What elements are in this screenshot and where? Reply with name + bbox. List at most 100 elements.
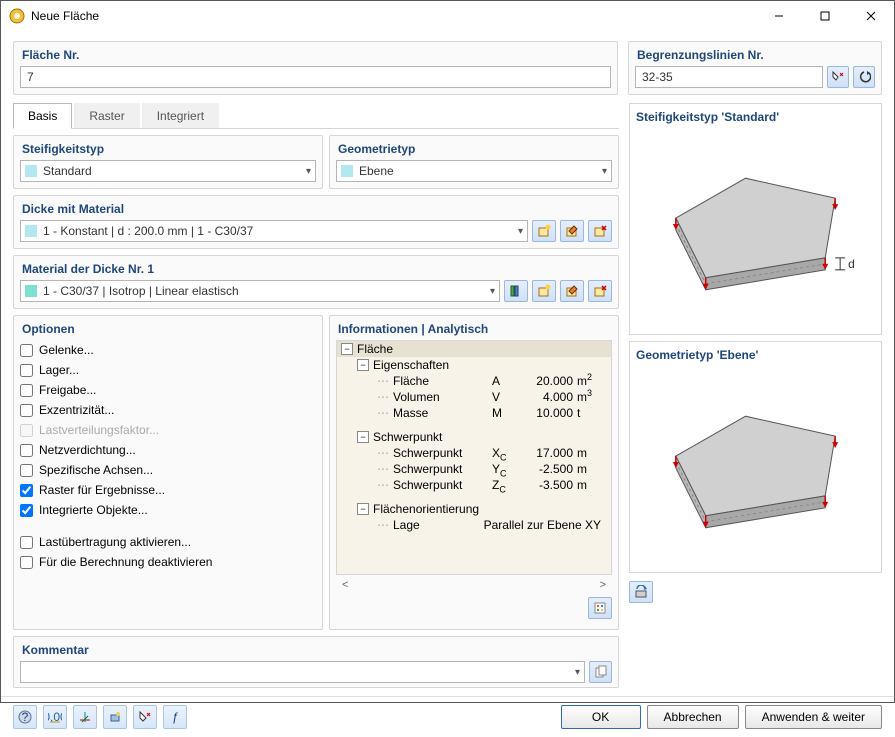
geometrietyp-group: Geometrietyp Ebene ▾	[329, 135, 619, 189]
units-button[interactable]: 0,00	[43, 705, 67, 729]
svg-text:d: d	[848, 257, 855, 271]
chevron-down-icon: ▾	[306, 166, 311, 177]
option-deaktivieren[interactable]: Für die Berechnung deaktivieren	[20, 552, 316, 572]
option-lager[interactable]: Lager...	[20, 360, 316, 380]
steifigkeitstyp-value: Standard	[43, 164, 306, 178]
sym-xc: XC	[492, 446, 522, 460]
preview-stiffness-image: d	[636, 128, 875, 328]
svg-text:ƒ: ƒ	[172, 710, 179, 724]
apply-continue-button[interactable]: Anwenden & weiter	[745, 705, 882, 729]
color-swatch	[341, 165, 353, 177]
dicke-label: Dicke mit Material	[14, 196, 618, 220]
option-raster[interactable]: Raster für Ergebnisse...	[20, 480, 316, 500]
color-swatch	[25, 285, 37, 297]
collapse-icon[interactable]: −	[357, 359, 369, 371]
close-button[interactable]	[848, 1, 894, 31]
preview-refresh-button[interactable]	[629, 581, 653, 603]
info-tree[interactable]: −Fläche −Eigenschaften ⋯FlächeA20.000m2 …	[336, 340, 612, 575]
minimize-button[interactable]	[756, 1, 802, 31]
material-label: Material der Dicke Nr. 1	[14, 256, 618, 280]
steifigkeitstyp-group: Steifigkeitstyp Standard ▾	[13, 135, 323, 189]
preview-stiffness: Steifigkeitstyp 'Standard' d	[629, 103, 882, 335]
new-thickness-button[interactable]	[532, 220, 556, 242]
options-group: Optionen Gelenke... Lager... Freigabe...…	[13, 315, 323, 630]
footer: ? 0,00 ƒ OK Abbrechen Anwenden & weiter	[1, 696, 894, 737]
edit-thickness-button[interactable]	[560, 220, 584, 242]
chevron-down-icon: ▾	[602, 166, 607, 177]
svg-text:?: ?	[22, 710, 29, 724]
geometrietyp-value: Ebene	[359, 164, 602, 178]
kommentar-group: Kommentar ▾	[13, 636, 619, 688]
pick-button[interactable]	[133, 705, 157, 729]
dicke-dropdown[interactable]: 1 - Konstant | d : 200.0 mm | 1 - C30/37…	[20, 220, 528, 242]
kommentar-label: Kommentar	[14, 637, 618, 661]
preview-stiffness-title: Steifigkeitstyp 'Standard'	[636, 110, 875, 124]
ok-button[interactable]: OK	[561, 705, 641, 729]
preview-geometry-title: Geometrietyp 'Ebene'	[636, 348, 875, 362]
option-gelenke[interactable]: Gelenke...	[20, 340, 316, 360]
preview-geometry: Geometrietyp 'Ebene'	[629, 341, 882, 573]
tab-raster[interactable]: Raster	[74, 103, 139, 128]
delete-material-button[interactable]	[588, 280, 612, 302]
chevron-down-icon: ▾	[518, 226, 523, 237]
color-swatch	[25, 225, 37, 237]
maximize-button[interactable]	[802, 1, 848, 31]
sym-yc: YC	[492, 462, 522, 476]
option-netzverdichtung[interactable]: Netzverdichtung...	[20, 440, 316, 460]
option-achsen[interactable]: Spezifische Achsen...	[20, 460, 316, 480]
collapse-icon[interactable]: −	[357, 503, 369, 515]
begrenzung-label: Begrenzungslinien Nr.	[629, 42, 881, 66]
dicke-value: 1 - Konstant | d : 200.0 mm | 1 - C30/37	[43, 224, 518, 238]
flache-nr-group: Fläche Nr.	[13, 41, 618, 95]
unit-m3: m3	[577, 390, 607, 404]
collapse-icon[interactable]: −	[341, 343, 353, 355]
option-integrierte[interactable]: Integrierte Objekte...	[20, 500, 316, 520]
geometrietyp-label: Geometrietyp	[330, 136, 618, 160]
material-value: 1 - C30/37 | Isotrop | Linear elastisch	[43, 284, 490, 298]
material-dropdown[interactable]: 1 - C30/37 | Isotrop | Linear elastisch …	[20, 280, 500, 302]
option-freigabe[interactable]: Freigabe...	[20, 380, 316, 400]
scroll-right-icon[interactable]: >	[600, 579, 606, 591]
pick-lines-button[interactable]	[827, 66, 849, 88]
kommentar-dropdown[interactable]: ▾	[20, 661, 585, 683]
cancel-button[interactable]: Abbrechen	[647, 705, 739, 729]
sym-zc: ZC	[492, 478, 522, 492]
begrenzung-input[interactable]	[635, 66, 823, 88]
chevron-down-icon: ▾	[490, 286, 495, 297]
steifigkeitstyp-dropdown[interactable]: Standard ▾	[20, 160, 316, 182]
begrenzung-group: Begrenzungslinien Nr.	[628, 41, 882, 95]
scroll-left-icon[interactable]: <	[342, 579, 348, 591]
window-title: Neue Fläche	[31, 9, 756, 23]
option-exzentrizitaet[interactable]: Exzentrizität...	[20, 400, 316, 420]
option-lastuebertragung[interactable]: Lastübertragung aktivieren...	[20, 532, 316, 552]
options-label: Optionen	[14, 316, 322, 340]
edit-material-button[interactable]	[560, 280, 584, 302]
geometrietyp-dropdown[interactable]: Ebene ▾	[336, 160, 612, 182]
chevron-down-icon: ▾	[575, 667, 580, 678]
reset-lines-button[interactable]	[853, 66, 875, 88]
tab-basis[interactable]: Basis	[13, 103, 72, 129]
steifigkeitstyp-label: Steifigkeitstyp	[14, 136, 322, 160]
preview-geometry-image	[636, 366, 875, 566]
info-settings-button[interactable]	[588, 597, 612, 619]
tab-integriert[interactable]: Integriert	[142, 103, 219, 128]
view-button[interactable]	[103, 705, 127, 729]
color-swatch	[25, 165, 37, 177]
titlebar: Neue Fläche	[1, 1, 894, 31]
function-button[interactable]: ƒ	[163, 705, 187, 729]
dicke-group: Dicke mit Material 1 - Konstant | d : 20…	[13, 195, 619, 249]
new-material-button[interactable]	[532, 280, 556, 302]
tab-bar: Basis Raster Integriert	[13, 103, 619, 129]
axis-button[interactable]	[73, 705, 97, 729]
material-library-button[interactable]	[504, 280, 528, 302]
help-button[interactable]: ?	[13, 705, 37, 729]
info-label: Informationen | Analytisch	[330, 316, 618, 340]
app-icon	[9, 8, 25, 24]
option-lastverteilung: Lastverteilungsfaktor...	[20, 420, 316, 440]
flache-nr-input[interactable]	[20, 66, 611, 88]
unit-m2: m2	[577, 374, 607, 388]
kommentar-edit-button[interactable]	[589, 661, 612, 683]
collapse-icon[interactable]: −	[357, 431, 369, 443]
delete-thickness-button[interactable]	[588, 220, 612, 242]
material-group: Material der Dicke Nr. 1 1 - C30/37 | Is…	[13, 255, 619, 309]
